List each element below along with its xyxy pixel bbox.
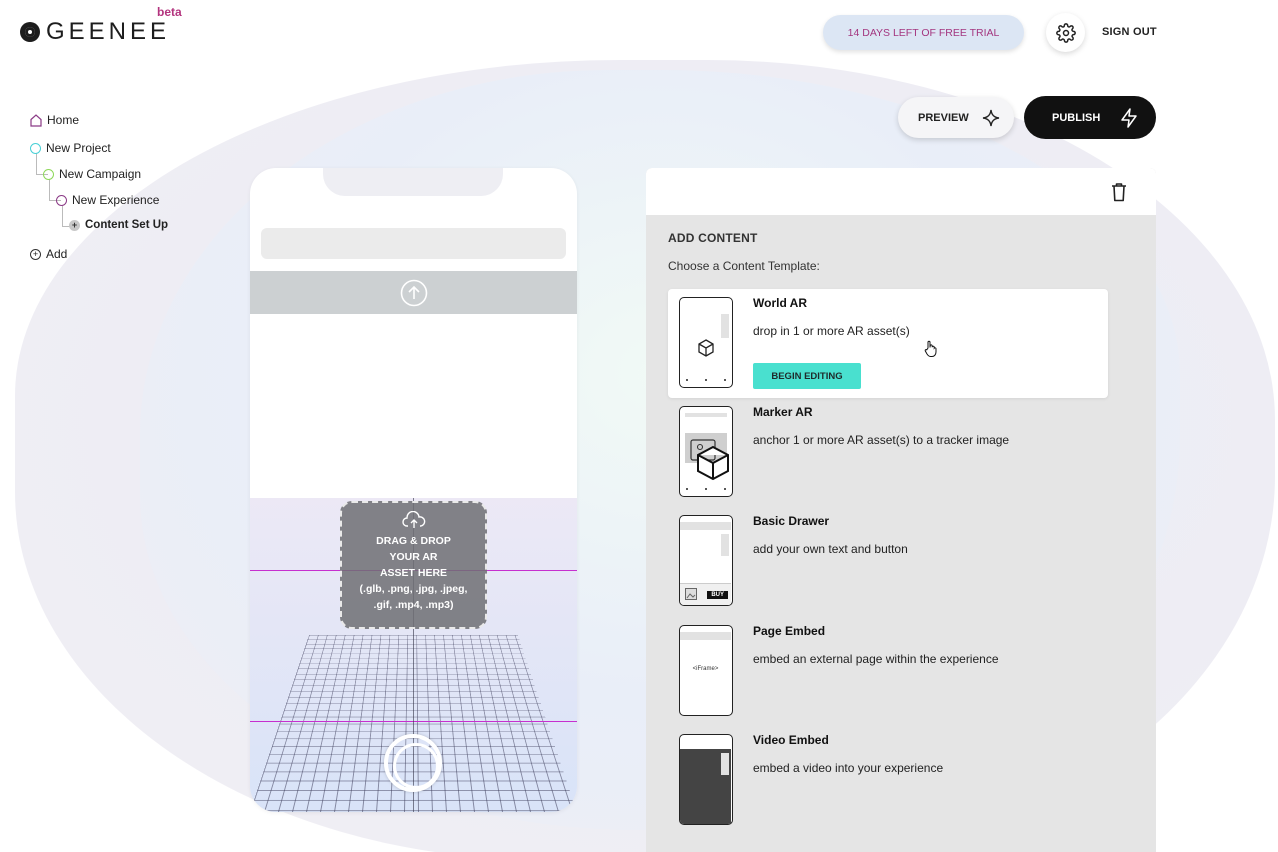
template-marker-ar[interactable]: Marker AR anchor 1 or more AR asset(s) t… <box>668 398 1108 507</box>
template-thumbnail: BUY <box>679 515 733 606</box>
template-thumbnail <box>679 406 733 497</box>
sidebar-add-label: Add <box>46 247 68 261</box>
cube-icon <box>698 339 714 357</box>
template-name: Page Embed <box>753 624 826 638</box>
publish-label: PUBLISH <box>1052 111 1101 124</box>
sidebar-item-label: New Campaign <box>59 167 142 181</box>
sparkle-icon <box>982 109 1000 126</box>
panel-subtitle: Choose a Content Template: <box>668 259 820 273</box>
plus-circle-icon: + <box>69 219 80 231</box>
logo-text: GEENEE <box>46 18 171 45</box>
logo-mark-icon <box>20 22 40 42</box>
template-name: World AR <box>753 296 807 310</box>
sidebar-item-label: Home <box>47 113 80 127</box>
home-icon <box>30 113 42 127</box>
sidebar-item-label: Content Set Up <box>85 219 169 231</box>
phone-header-bar <box>261 228 566 259</box>
dropzone-formats: .gif, .mp4, .mp3) <box>373 599 454 611</box>
add-content-panel: ADD CONTENT Choose a Content Template: W… <box>646 168 1156 852</box>
dropzone-text: DRAG & DROP <box>376 535 451 547</box>
sidebar-item-experience[interactable]: New Experience <box>56 193 159 207</box>
upload-arrow-icon <box>400 279 427 306</box>
preview-button[interactable]: PREVIEW <box>898 97 1014 138</box>
template-thumbnail: <iFrame> <box>679 625 733 716</box>
dropzone-text: YOUR AR <box>389 551 438 563</box>
sidebar-item-label: New Project <box>46 141 111 155</box>
logo[interactable]: GEENEE <box>20 18 170 46</box>
settings-button[interactable] <box>1046 13 1085 52</box>
begin-editing-button[interactable]: BEGIN EDITING <box>753 363 861 389</box>
experience-node-icon <box>56 194 67 206</box>
publish-button[interactable]: PUBLISH <box>1024 96 1156 139</box>
phone-upload-band[interactable] <box>250 271 577 314</box>
trash-icon[interactable] <box>1111 182 1127 202</box>
sidebar-item-label: New Experience <box>72 193 160 207</box>
template-thumbnail <box>679 297 733 388</box>
template-world-ar[interactable]: World AR drop in 1 or more AR asset(s) B… <box>668 289 1108 398</box>
ar-asset-dropzone[interactable]: DRAG & DROP YOUR AR ASSET HERE (.glb, .p… <box>340 501 487 629</box>
panel-header <box>646 168 1156 215</box>
capture-button[interactable] <box>384 734 442 792</box>
template-description: embed a video into your experience <box>753 761 944 775</box>
template-name: Basic Drawer <box>753 514 830 528</box>
panel-title: ADD CONTENT <box>668 231 758 245</box>
project-node-icon <box>30 142 41 154</box>
iframe-label: <iFrame> <box>692 666 719 672</box>
phone-preview: DRAG & DROP YOUR AR ASSET HERE (.glb, .p… <box>250 168 577 812</box>
beta-badge: beta <box>157 5 182 19</box>
lightning-icon <box>1121 107 1137 128</box>
thumb-buy-button: BUY <box>707 591 728 599</box>
trial-badge[interactable]: 14 DAYS LEFT OF FREE TRIAL <box>823 15 1024 50</box>
gear-icon <box>1055 22 1076 43</box>
campaign-node-icon <box>43 168 54 180</box>
template-name: Video Embed <box>753 733 829 747</box>
phone-notch <box>323 168 503 196</box>
sidebar-item-campaign[interactable]: New Campaign <box>43 167 141 181</box>
cloud-upload-icon <box>401 511 425 528</box>
dropzone-text: ASSET HERE <box>379 567 448 579</box>
template-page-embed[interactable]: <iFrame> Page Embed embed an external pa… <box>668 617 1108 726</box>
template-name: Marker AR <box>753 405 813 419</box>
cube-icon <box>697 445 729 481</box>
sidebar-add[interactable]: + Add <box>30 247 67 261</box>
preview-label: PREVIEW <box>918 111 969 124</box>
template-basic-drawer[interactable]: BUY Basic Drawer add your own text and b… <box>668 507 1108 616</box>
add-circle-icon: + <box>30 248 41 260</box>
sidebar-item-content-setup[interactable]: + Content Set Up <box>69 219 168 231</box>
sign-out-link[interactable]: SIGN OUT <box>1102 26 1157 38</box>
template-description: drop in 1 or more AR asset(s) <box>753 324 910 338</box>
dropzone-formats: (.glb, .png, .jpg, .jpeg, <box>359 583 468 595</box>
template-video-embed[interactable]: Video Embed embed a video into your expe… <box>668 726 1108 835</box>
sidebar-item-project[interactable]: New Project <box>30 141 111 155</box>
template-description: anchor 1 or more AR asset(s) to a tracke… <box>753 433 1010 447</box>
template-description: embed an external page within the experi… <box>753 652 999 666</box>
template-thumbnail <box>679 734 733 825</box>
template-description: add your own text and button <box>753 542 908 556</box>
sidebar-item-home[interactable]: Home <box>30 113 79 127</box>
hand-pointer-icon <box>924 340 937 357</box>
image-icon <box>685 588 697 600</box>
